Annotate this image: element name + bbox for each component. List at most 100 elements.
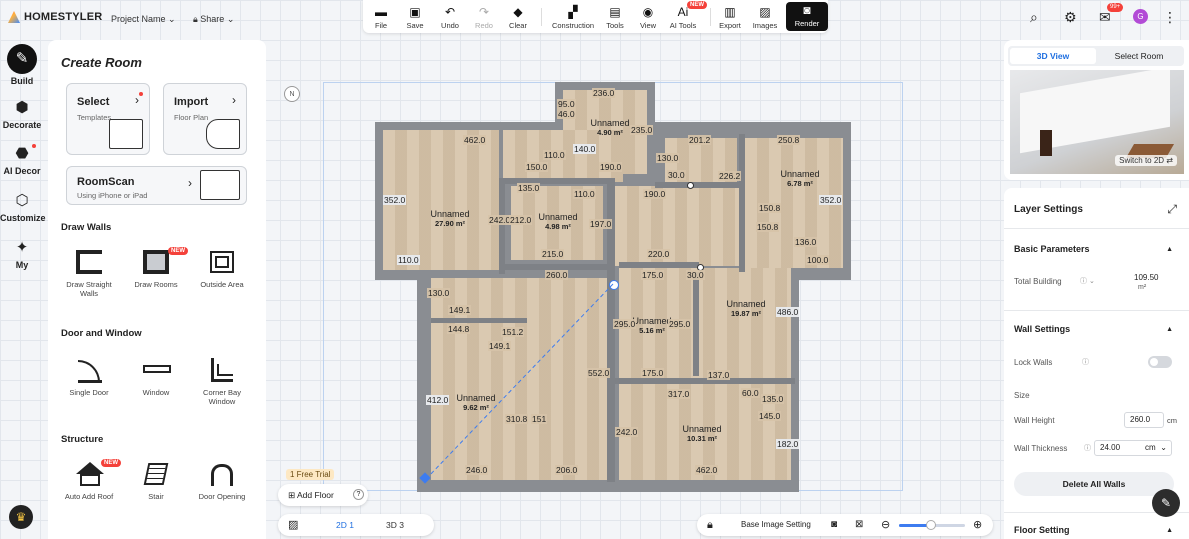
inner-wall[interactable] — [619, 262, 699, 268]
inner-wall[interactable] — [615, 378, 795, 384]
redo-button[interactable]: ↷ Redo — [473, 0, 495, 33]
compass-icon[interactable]: N — [284, 86, 300, 102]
room-label[interactable]: Unnamed 10.31 m² — [677, 424, 727, 444]
tools-icon: ▤ — [609, 5, 621, 19]
info-icon[interactable]: ⓘ — [1084, 443, 1091, 453]
nav-decorate[interactable]: ⬢ Decorate — [0, 98, 44, 130]
select-templates-card[interactable]: Select Templates › — [66, 83, 150, 155]
divider — [1004, 228, 1189, 229]
clear-label: Clear — [509, 21, 527, 30]
outside-area-tool[interactable]: Outside Area — [190, 248, 254, 289]
chat-icon[interactable]: ✎ — [1152, 489, 1180, 517]
search-icon[interactable]: ⌕ — [1030, 9, 1038, 26]
view-button[interactable]: ◉ View — [637, 0, 659, 33]
zoom-knob[interactable] — [925, 520, 936, 530]
draw-straight-walls-tool[interactable]: Draw Straight Walls — [57, 248, 121, 298]
dimension-label: 137.0 — [707, 370, 731, 380]
inner-wall[interactable] — [693, 272, 699, 376]
zoom-in-icon[interactable]: ⊕ — [973, 514, 982, 536]
room-label[interactable]: Unnamed 27.90 m² — [425, 209, 475, 229]
auto-roof-new-badge: NEW — [101, 459, 121, 467]
nav-build[interactable]: ✎ Build — [0, 44, 44, 86]
dimension-label: 145.0 — [758, 411, 782, 421]
door-opening-tool[interactable]: Door Opening — [190, 460, 254, 501]
blueprint-roll-icon — [206, 119, 240, 149]
wall-height-input[interactable]: 260.0 — [1124, 412, 1164, 428]
add-floor-button[interactable]: ⊞ Add Floor ? — [278, 484, 368, 506]
room-label[interactable]: Unnamed 9.62 m² — [451, 393, 501, 413]
room-label[interactable]: Unnamed 4.90 m² — [585, 118, 635, 138]
room-label[interactable]: Unnamed 19.87 m² — [721, 299, 771, 319]
tab-select-room[interactable]: Select Room — [1096, 48, 1182, 64]
dimension-label: 175.0 — [641, 270, 665, 280]
switch-to-2d[interactable]: Switch to 2D ⇄ — [1115, 155, 1177, 166]
stair-tool[interactable]: Stair — [124, 460, 188, 501]
inner-wall[interactable] — [739, 134, 745, 272]
nav-customize-label: Customize — [0, 213, 46, 223]
room-label[interactable]: Unnamed 6.78 m² — [775, 169, 825, 189]
avatar[interactable]: G — [1133, 9, 1148, 24]
wall-handle[interactable] — [687, 182, 694, 189]
file-button[interactable]: ▬ File — [371, 0, 391, 33]
import-sub: Floor Plan — [174, 113, 209, 122]
window-tool[interactable]: Window — [124, 356, 188, 397]
folder-icon: ▬ — [375, 5, 387, 19]
construction-button[interactable]: ▞ Construction — [549, 0, 597, 33]
tab-3d-view[interactable]: 3D View — [1010, 48, 1096, 64]
view-2d-tab[interactable]: 2D 1 — [336, 514, 354, 536]
single-door-tool[interactable]: Single Door — [57, 356, 121, 397]
wall-thickness-select[interactable]: 24.00 cm ⌄ — [1094, 440, 1172, 456]
crown-icon[interactable]: ♛ — [9, 505, 33, 529]
corner-bay-window-tool[interactable]: Corner Bay Window — [190, 356, 254, 406]
export-button[interactable]: ▥ Export — [717, 0, 743, 33]
chevron-right-icon: › — [232, 93, 236, 107]
roomscan-card[interactable]: RoomScan Using iPhone or iPad › — [66, 166, 247, 205]
project-name-dropdown[interactable]: Project Name ⌄ — [111, 14, 176, 25]
nav-my[interactable]: ✦ My — [0, 238, 44, 270]
inner-wall[interactable] — [655, 182, 743, 188]
gear-icon[interactable]: ⚙ — [1064, 9, 1077, 26]
undo-button[interactable]: ↶ Undo — [438, 0, 462, 33]
room-area: 9.62 m² — [463, 403, 489, 412]
delete-all-walls-button[interactable]: Delete All Walls — [1014, 472, 1174, 496]
render-button[interactable]: ◙ Render — [786, 2, 828, 31]
room-name: Unnamed — [538, 212, 578, 222]
dimension-label: 462.0 — [695, 465, 719, 475]
lock-icon[interactable]: 🔒︎ — [707, 514, 713, 536]
roomscan-sub: Using iPhone or iPad — [77, 191, 148, 200]
clear-button[interactable]: ◆ Clear — [507, 0, 529, 33]
nav-customize[interactable]: ⬡ Customize — [0, 191, 46, 223]
zoom-out-icon[interactable]: ⊖ — [881, 514, 890, 536]
lock-walls-toggle[interactable] — [1148, 356, 1172, 368]
expand-icon[interactable]: ⤢ — [1167, 202, 1177, 217]
construction-label: Construction — [551, 21, 595, 30]
inner-wall[interactable] — [499, 178, 505, 274]
view-3d-label: 3D — [386, 520, 397, 530]
tools-button[interactable]: ▤ Tools — [603, 0, 627, 33]
layers-icon[interactable]: ▨ — [288, 514, 298, 536]
view-3d-tab[interactable]: 3D 3 — [386, 514, 404, 536]
draw-rooms-label: Draw Rooms — [134, 280, 178, 289]
draw-straight-walls-label: Draw Straight Walls — [66, 280, 112, 298]
fit-view-icon[interactable]: ⊠ — [855, 514, 863, 536]
more-icon[interactable]: ⋮ — [1163, 9, 1177, 26]
dimension-label: 226.2 — [718, 171, 742, 181]
homestyler-logo[interactable]: HOMESTYLER — [8, 11, 102, 23]
info-icon[interactable]: ⓘ — [1082, 357, 1089, 367]
help-icon[interactable]: ? — [353, 489, 364, 500]
zoom-slider[interactable] — [899, 520, 965, 530]
export-icon: ▥ — [724, 5, 736, 19]
collapse-icon[interactable]: ▲ — [1166, 527, 1173, 534]
info-icon[interactable]: ⓘ ⌄ — [1080, 276, 1095, 286]
collapse-icon[interactable]: ▲ — [1166, 246, 1173, 253]
import-floorplan-card[interactable]: Import Floor Plan › — [163, 83, 247, 155]
image-settings-icon[interactable]: ◙ — [831, 514, 837, 536]
room-label[interactable]: Unnamed 4.98 m² — [533, 212, 583, 232]
images-button[interactable]: ▨ Images — [752, 0, 778, 33]
floor-plan[interactable]: Unnamed 4.90 m² Unnamed 6.78 m² Unnamed … — [375, 82, 851, 492]
save-button[interactable]: ▣ Save — [405, 0, 425, 33]
nav-ai-decor[interactable]: ⬣ AI Decor — [0, 144, 44, 176]
base-image-setting[interactable]: Base Image Setting — [741, 514, 811, 536]
share-button[interactable]: 🔒︎ Share ⌄ — [193, 14, 234, 25]
collapse-icon[interactable]: ▲ — [1166, 326, 1173, 333]
